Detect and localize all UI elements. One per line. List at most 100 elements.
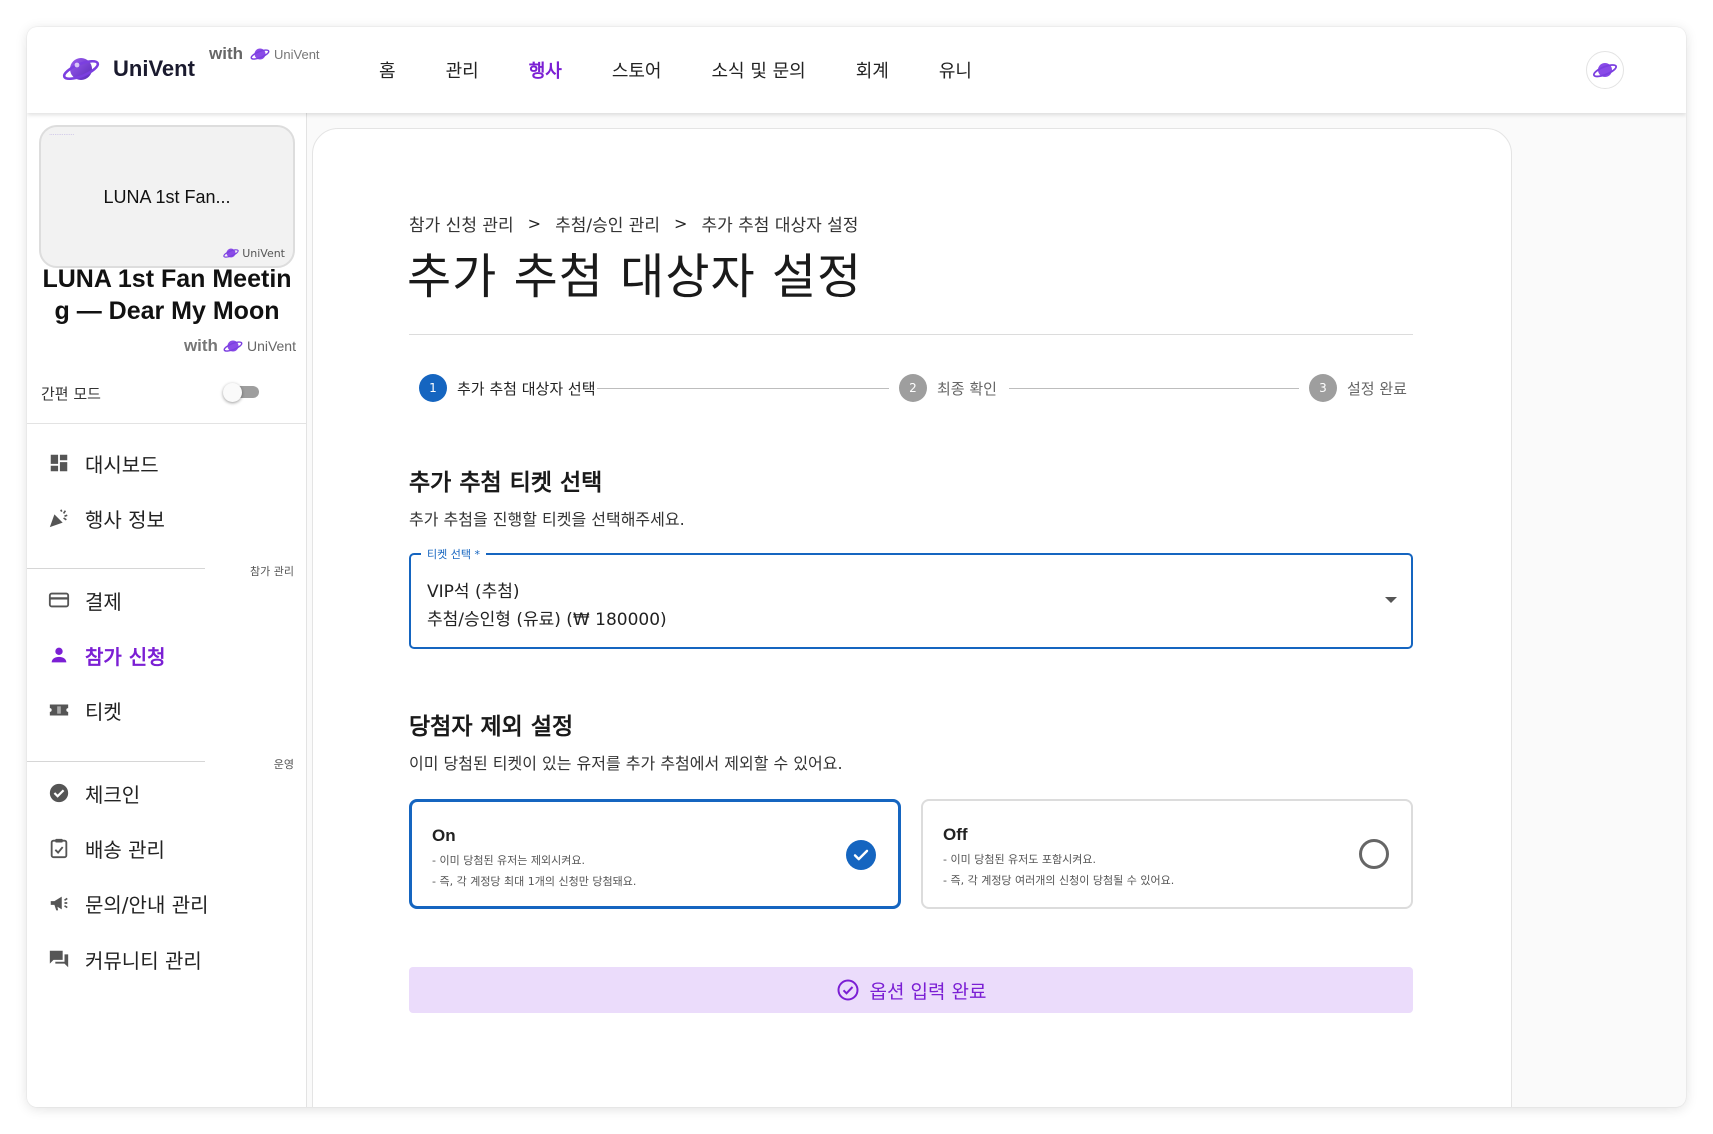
title-divider xyxy=(409,334,1413,335)
toggle-thumb xyxy=(223,383,242,402)
sidebar-item-label: 행사 정보 xyxy=(85,507,165,532)
forum-icon xyxy=(47,947,71,971)
option-desc-line: - 즉, 각 계정당 여러개의 신청이 당첨될 수 있어요. xyxy=(943,874,1175,887)
sidebar-item-label: 문의/안내 관리 xyxy=(85,892,209,917)
breadcrumb-current: 추가 추첨 대상자 설정 xyxy=(701,216,859,236)
card-tiny-text: ᐧᐧᐧᐧᐧᐧᐧᐧᐧᐧᐧᐧᐧᐧ xyxy=(49,131,75,139)
card-title: LUNA 1st Fan... xyxy=(103,187,231,207)
check-circle-icon xyxy=(47,781,71,805)
planet-logo-icon xyxy=(62,58,100,81)
options-complete-button[interactable]: 옵션 입력 완료 xyxy=(409,967,1413,1013)
ticket-section-desc: 추가 추첨을 진행할 티켓을 선택해주세요. xyxy=(409,510,685,529)
nav-events[interactable]: 행사 xyxy=(529,57,562,83)
step-label: 설정 완료 xyxy=(1347,379,1407,398)
nav-uni[interactable]: 유니 xyxy=(939,57,972,83)
clipboard-check-icon xyxy=(47,836,71,860)
top-nav-bar: UniVent with UniVent 홈 관리 행사 스토어 소식 및 문의… xyxy=(27,27,1686,113)
step-number: 3 xyxy=(1309,374,1337,402)
app-window: UniVent with UniVent 홈 관리 행사 스토어 소식 및 문의… xyxy=(27,27,1686,1107)
sidebar-item-label: 참가 신청 xyxy=(85,644,166,669)
partner-name: UniVent xyxy=(274,46,320,62)
step-1: 1 추가 추첨 대상자 선택 xyxy=(419,374,596,402)
partner-brand: UniVent xyxy=(249,43,320,65)
event-partner-name: UniVent xyxy=(246,338,296,354)
sidebar-item-label: 배송 관리 xyxy=(85,837,165,862)
section-label-participation: 참가 관리 xyxy=(250,565,294,578)
ticket-select-value-name: VIP석 (추첨) xyxy=(427,582,520,602)
ticket-section-title: 추가 추첨 티켓 선택 xyxy=(409,470,603,496)
sidebar-item-event-info[interactable]: 행사 정보 xyxy=(47,498,165,538)
step-number: 2 xyxy=(899,374,927,402)
with-label: with xyxy=(209,44,243,63)
dropdown-arrow-icon xyxy=(1385,597,1397,603)
step-connector xyxy=(597,388,889,389)
event-name: LUNA 1st Fan Meeting — Dear My Moon xyxy=(42,265,292,325)
nav-news-inquiry[interactable]: 소식 및 문의 xyxy=(712,57,806,83)
step-connector xyxy=(1009,388,1299,389)
planet-avatar-icon xyxy=(1592,63,1618,78)
sidebar-item-label: 커뮤니티 관리 xyxy=(85,948,202,973)
step-2: 2 최종 확인 xyxy=(899,374,997,402)
sidebar-divider xyxy=(27,423,307,424)
option-desc-line: - 이미 당첨된 유저는 제외시켜요. xyxy=(432,854,586,867)
card-brand-name: UniVent xyxy=(242,246,285,260)
check-selected-icon xyxy=(846,840,876,870)
nav-accounting[interactable]: 회계 xyxy=(856,57,889,83)
nav-manage[interactable]: 관리 xyxy=(446,57,479,83)
ticket-select-label: 티켓 선택 * xyxy=(421,546,486,562)
section-divider xyxy=(27,568,205,569)
sidebar-item-checkin[interactable]: 체크인 xyxy=(47,773,140,813)
main-nav: 홈 관리 행사 스토어 소식 및 문의 회계 유니 xyxy=(379,27,1022,113)
with-label: with xyxy=(183,336,218,355)
simple-mode-toggle[interactable] xyxy=(223,383,261,402)
sidebar-item-inquiry[interactable]: 문의/안내 관리 xyxy=(47,883,209,923)
brand-logo[interactable]: UniVent xyxy=(61,49,195,89)
sidebar-item-label: 결제 xyxy=(85,589,122,614)
user-avatar[interactable] xyxy=(1586,51,1624,89)
sidebar-item-delivery[interactable]: 배송 관리 xyxy=(47,828,165,868)
option-title: Off xyxy=(943,825,968,844)
sidebar-item-payment[interactable]: 결제 xyxy=(47,580,122,620)
planet-mini-icon xyxy=(223,340,243,352)
section-label-operations: 운영 xyxy=(273,758,294,771)
card-brand: UniVent xyxy=(222,244,285,262)
option-on-card[interactable]: On - 이미 당첨된 유저는 제외시켜요. - 즉, 각 계정당 최대 1개의… xyxy=(409,799,901,909)
sidebar-item-tickets[interactable]: 티켓 xyxy=(47,690,122,730)
exclude-section-title: 당첨자 제외 설정 xyxy=(409,714,574,740)
breadcrumb: 참가 신청 관리 > 추첨/승인 관리 > 추가 추첨 대상자 설정 xyxy=(409,211,858,236)
brand-name: UniVent xyxy=(113,56,195,81)
sidebar-item-community[interactable]: 커뮤니티 관리 xyxy=(47,939,202,979)
page-title: 추가 추첨 대상자 설정 xyxy=(407,249,863,305)
radio-unselected-icon xyxy=(1359,839,1389,869)
check-circle-outline-icon xyxy=(837,979,859,1001)
event-partner: with UniVent xyxy=(184,335,296,357)
celebration-icon xyxy=(47,506,71,530)
nav-home[interactable]: 홈 xyxy=(379,57,396,83)
sidebar: ᐧᐧᐧᐧᐧᐧᐧᐧᐧᐧᐧᐧᐧᐧ LUNA 1st Fan... UniVent L… xyxy=(27,113,307,1107)
simple-mode-label: 간편 모드 xyxy=(41,385,101,403)
credit-card-icon xyxy=(47,588,71,612)
planet-mini-icon xyxy=(250,48,270,60)
event-thumbnail-card[interactable]: ᐧᐧᐧᐧᐧᐧᐧᐧᐧᐧᐧᐧᐧᐧ LUNA 1st Fan... UniVent xyxy=(39,125,295,268)
sidebar-item-dashboard[interactable]: 대시보드 xyxy=(47,443,159,483)
breadcrumb-item[interactable]: 추첨/승인 관리 xyxy=(555,211,660,236)
chevron-right-icon: > xyxy=(527,214,542,233)
chevron-right-icon: > xyxy=(674,214,688,233)
option-desc-line: - 이미 당첨된 유저도 포함시켜요. xyxy=(943,853,1097,866)
sidebar-item-label: 대시보드 xyxy=(85,452,159,477)
megaphone-icon xyxy=(47,891,71,915)
option-title: On xyxy=(432,826,456,845)
breadcrumb-item[interactable]: 참가 신청 관리 xyxy=(409,211,514,236)
step-3: 3 설정 완료 xyxy=(1309,374,1407,402)
dashboard-icon xyxy=(47,451,71,475)
step-number: 1 xyxy=(419,374,447,402)
section-divider xyxy=(27,761,205,762)
sidebar-item-applications[interactable]: 참가 신청 xyxy=(47,635,166,675)
ticket-select[interactable]: 티켓 선택 * VIP석 (추첨) 추첨/승인형 (유료) (₩ 180000) xyxy=(409,546,1413,649)
planet-mini-icon xyxy=(223,248,239,258)
option-off-card[interactable]: Off - 이미 당첨된 유저도 포함시켜요. - 즉, 각 계정당 여러개의 … xyxy=(921,799,1413,909)
stepper: 1 추가 추첨 대상자 선택 2 최종 확인 3 설정 완료 xyxy=(419,374,1409,406)
sidebar-item-label: 티켓 xyxy=(85,699,122,724)
event-partner-brand: UniVent xyxy=(222,335,296,357)
nav-store[interactable]: 스토어 xyxy=(612,57,662,83)
